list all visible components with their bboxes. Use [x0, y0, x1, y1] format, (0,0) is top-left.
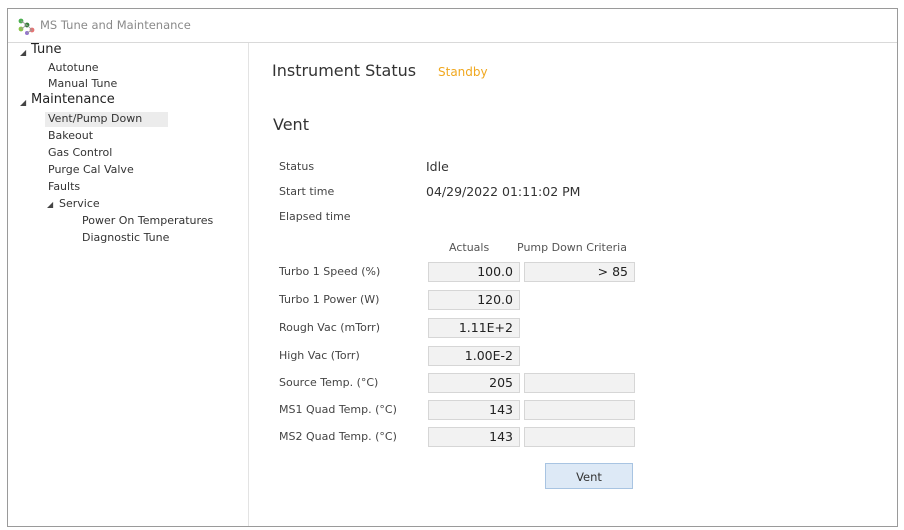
expanded-arrow-icon[interactable]: ◢	[20, 48, 26, 57]
criteria-column-header: Pump Down Criteria	[517, 241, 627, 254]
source-temp-actual: 205	[428, 373, 520, 393]
instrument-status-title: Instrument Status	[272, 61, 417, 80]
window-title: MS Tune and Maintenance	[40, 18, 191, 32]
ms2-quad-temp-actual: 143	[428, 427, 520, 447]
status-label: Status	[279, 160, 315, 173]
status-value: Idle	[426, 159, 449, 174]
nav-power-on-temperatures[interactable]: Power On Temperatures	[82, 214, 213, 228]
turbo-speed-criteria: > 85	[524, 262, 635, 282]
title-bar: MS Tune and Maintenance	[8, 9, 897, 43]
expanded-arrow-icon[interactable]: ◢	[20, 98, 26, 107]
nav-autotune[interactable]: Autotune	[48, 61, 99, 75]
ms1-quad-temp-criteria	[524, 400, 635, 420]
start-time-label: Start time	[279, 185, 335, 198]
turbo-power-actual: 120.0	[428, 290, 520, 310]
nav-service[interactable]: Service	[59, 197, 100, 211]
nav-purge-cal-valve[interactable]: Purge Cal Valve	[48, 163, 134, 177]
nav-bakeout[interactable]: Bakeout	[48, 129, 93, 143]
row-label-turbo-power: Turbo 1 Power (W)	[279, 293, 380, 306]
start-time-value: 04/29/2022 01:11:02 PM	[426, 184, 581, 199]
vent-section-title: Vent	[273, 115, 309, 134]
instrument-status-badge: Standby	[438, 65, 488, 79]
rough-vac-actual: 1.11E+2	[428, 318, 520, 338]
nav-faults[interactable]: Faults	[48, 180, 80, 194]
app-window: MS Tune and Maintenance ◢ Tune Autotune …	[7, 8, 898, 527]
nav-gas-control[interactable]: Gas Control	[48, 146, 112, 160]
row-label-ms1-quad-temp: MS1 Quad Temp. (°C)	[279, 403, 397, 416]
main-panel: Instrument Status Standby Vent Status Id…	[249, 43, 897, 526]
nav-vent-pump-down[interactable]: Vent/Pump Down	[45, 112, 169, 127]
ms1-quad-temp-actual: 143	[428, 400, 520, 420]
high-vac-actual: 1.00E-2	[428, 346, 520, 366]
actuals-column-header: Actuals	[449, 241, 490, 254]
row-label-turbo-speed: Turbo 1 Speed (%)	[279, 265, 381, 278]
app-logo-icon	[17, 18, 37, 36]
nav-manual-tune[interactable]: Manual Tune	[48, 77, 117, 91]
row-label-source-temp: Source Temp. (°C)	[279, 376, 379, 389]
nav-maintenance[interactable]: Maintenance	[31, 93, 115, 107]
expanded-arrow-icon[interactable]: ◢	[47, 200, 53, 209]
row-label-rough-vac: Rough Vac (mTorr)	[279, 321, 380, 334]
row-label-ms2-quad-temp: MS2 Quad Temp. (°C)	[279, 430, 397, 443]
nav-tune[interactable]: Tune	[31, 43, 61, 57]
turbo-speed-actual: 100.0	[428, 262, 520, 282]
vent-button[interactable]: Vent	[545, 463, 633, 489]
elapsed-time-label: Elapsed time	[279, 210, 351, 223]
ms2-quad-temp-criteria	[524, 427, 635, 447]
row-label-high-vac: High Vac (Torr)	[279, 349, 360, 362]
nav-diagnostic-tune[interactable]: Diagnostic Tune	[82, 231, 169, 245]
source-temp-criteria	[524, 373, 635, 393]
navigation-tree: ◢ Tune Autotune Manual Tune ◢ Maintenanc…	[8, 43, 249, 526]
